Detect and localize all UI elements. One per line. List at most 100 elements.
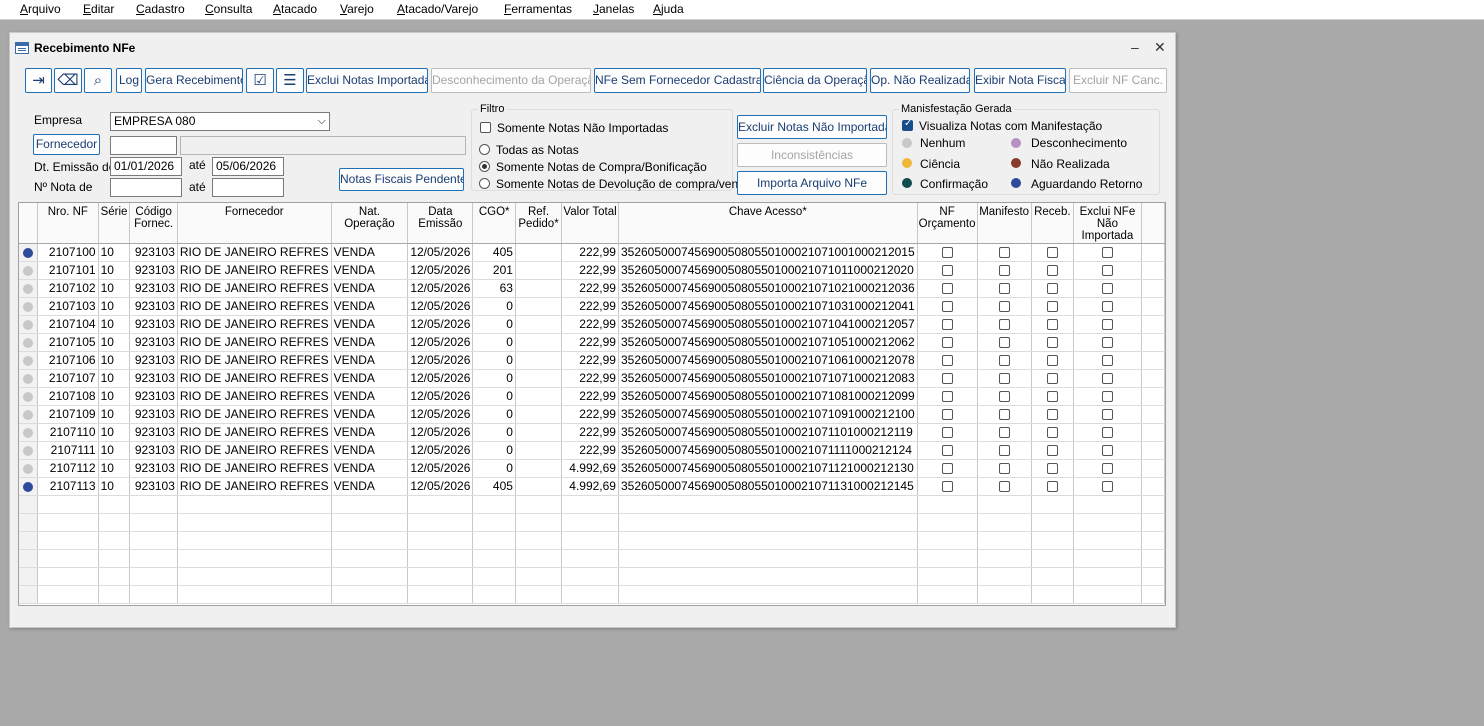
cell-serie[interactable]: 10 (98, 351, 131, 370)
receb-checkbox[interactable] (1046, 481, 1058, 493)
clear-button[interactable]: ⌫ (54, 68, 82, 93)
cell-ref-pedido[interactable] (515, 459, 563, 478)
cell-valor-total[interactable]: 222,99 (561, 405, 619, 424)
receb-checkbox[interactable] (1046, 445, 1058, 457)
cell-chave-acesso[interactable]: 3526050007456900508055010002107105100021… (618, 333, 918, 352)
nf-orcamento-checkbox[interactable] (941, 481, 953, 493)
table-row[interactable]: 2107101 10 923103 RIO DE JANEIRO REFRES VEND… (19, 261, 1165, 280)
exclui-nfe-checkbox[interactable] (1101, 283, 1113, 295)
cell-codigo-fornec[interactable]: 923103 (129, 477, 178, 496)
cell-serie[interactable]: 10 (98, 297, 131, 316)
inconsistencias-button[interactable]: Inconsistências (737, 143, 887, 167)
manifesto-checkbox[interactable] (998, 301, 1010, 313)
receb-checkbox[interactable] (1046, 391, 1058, 403)
manifesto-checkbox[interactable] (998, 337, 1010, 349)
cell-fornecedor[interactable]: RIO DE JANEIRO REFRES (177, 279, 332, 298)
col-header-exclui-nfe[interactable]: Exclui NFe Não Importada (1073, 203, 1142, 244)
nf-orcamento-checkbox[interactable] (941, 463, 953, 475)
cell-data-emissao[interactable]: 12/05/2026 (407, 279, 474, 298)
cell-valor-total[interactable]: 222,99 (561, 441, 619, 460)
compra-bonificacao-radio[interactable] (479, 161, 490, 172)
cell-valor-total[interactable]: 4.992,69 (561, 477, 619, 496)
cell-nro-nf[interactable]: 2107102 (37, 279, 99, 298)
menu-janelas[interactable]: Janelas (593, 2, 634, 16)
cell-nat-operacao[interactable]: VENDA (331, 261, 409, 280)
cell-ref-pedido[interactable] (515, 243, 563, 262)
manifesto-checkbox[interactable] (998, 373, 1010, 385)
manifesto-checkbox[interactable] (998, 445, 1010, 457)
exit-button[interactable]: ⇥ (25, 68, 52, 93)
nf-orcamento-checkbox[interactable] (941, 391, 953, 403)
cell-nro-nf[interactable]: 2107108 (37, 387, 99, 406)
cell-data-emissao[interactable]: 12/05/2026 (407, 477, 474, 496)
cell-valor-total[interactable]: 222,99 (561, 261, 619, 280)
col-header-receb[interactable]: Receb. (1031, 203, 1074, 244)
cell-fornecedor[interactable]: RIO DE JANEIRO REFRES (177, 243, 332, 262)
table-row[interactable]: 2107110 10 923103 RIO DE JANEIRO REFRES VEND… (19, 423, 1165, 442)
cell-fornecedor[interactable]: RIO DE JANEIRO REFRES (177, 369, 332, 388)
cell-nat-operacao[interactable]: VENDA (331, 387, 409, 406)
cell-serie[interactable]: 10 (98, 405, 131, 424)
receb-checkbox[interactable] (1046, 283, 1058, 295)
nf-orcamento-checkbox[interactable] (941, 409, 953, 421)
cell-chave-acesso[interactable]: 3526050007456900508055010002107109100021… (618, 405, 918, 424)
cell-cgo[interactable]: 0 (472, 423, 516, 442)
exclui-nfe-checkbox[interactable] (1101, 265, 1113, 277)
cell-fornecedor[interactable]: RIO DE JANEIRO REFRES (177, 405, 332, 424)
col-header-manifesto[interactable]: Manifesto (977, 203, 1032, 244)
nf-orcamento-checkbox[interactable] (941, 355, 953, 367)
cell-cgo[interactable]: 405 (472, 477, 516, 496)
cell-ref-pedido[interactable] (515, 333, 563, 352)
ciencia-operacao-button[interactable]: Ciência da Operação (763, 68, 867, 93)
cell-ref-pedido[interactable] (515, 297, 563, 316)
table-row[interactable]: 2107111 10 923103 RIO DE JANEIRO REFRES VEND… (19, 441, 1165, 460)
col-header-chave-acesso[interactable]: Chave Acesso* (618, 203, 918, 244)
cell-serie[interactable]: 10 (98, 387, 131, 406)
exclui-nfe-checkbox[interactable] (1101, 301, 1113, 313)
cell-cgo[interactable]: 0 (472, 297, 516, 316)
exibir-nota-fiscal-button[interactable]: Exibir Nota Fiscal (974, 68, 1066, 93)
cell-ref-pedido[interactable] (515, 351, 563, 370)
cell-nat-operacao[interactable]: VENDA (331, 315, 409, 334)
somente-nao-importadas-checkbox[interactable] (480, 122, 491, 133)
nf-orcamento-checkbox[interactable] (941, 427, 953, 439)
cell-valor-total[interactable]: 222,99 (561, 387, 619, 406)
nf-orcamento-checkbox[interactable] (941, 319, 953, 331)
cell-serie[interactable]: 10 (98, 243, 131, 262)
cell-valor-total[interactable]: 222,99 (561, 423, 619, 442)
cell-serie[interactable]: 10 (98, 261, 131, 280)
col-header-ref-pedido[interactable]: Ref. Pedido* (515, 203, 563, 244)
excluir-nf-cancelada-button[interactable]: Excluir NF Canc. Se (1069, 68, 1167, 93)
cell-cgo[interactable]: 0 (472, 459, 516, 478)
manifesto-checkbox[interactable] (998, 355, 1010, 367)
cell-valor-total[interactable]: 222,99 (561, 279, 619, 298)
cell-cgo[interactable]: 63 (472, 279, 516, 298)
cell-serie[interactable]: 10 (98, 477, 131, 496)
cell-fornecedor[interactable]: RIO DE JANEIRO REFRES (177, 387, 332, 406)
importa-arquivo-nfe-button[interactable]: Importa Arquivo NFe (737, 171, 887, 195)
cell-nat-operacao[interactable]: VENDA (331, 351, 409, 370)
col-header-valor-total[interactable]: Valor Total (561, 203, 619, 244)
table-row[interactable]: 2107102 10 923103 RIO DE JANEIRO REFRES VEND… (19, 279, 1165, 298)
close-button[interactable]: ✕ (1154, 39, 1166, 56)
log-button[interactable]: Log (116, 68, 142, 93)
cell-codigo-fornec[interactable]: 923103 (129, 405, 178, 424)
menu-arquivo[interactable]: Arquivo (20, 2, 61, 16)
cell-chave-acesso[interactable]: 3526050007456900508055010002107100100021… (618, 243, 918, 262)
cell-serie[interactable]: 10 (98, 441, 131, 460)
select-all-button[interactable]: ☑ (246, 68, 274, 93)
col-header-serie[interactable]: Série (98, 203, 131, 244)
receb-checkbox[interactable] (1046, 247, 1058, 259)
cell-chave-acesso[interactable]: 3526050007456900508055010002107104100021… (618, 315, 918, 334)
cell-chave-acesso[interactable]: 3526050007456900508055010002107101100021… (618, 261, 918, 280)
cell-codigo-fornec[interactable]: 923103 (129, 315, 178, 334)
manifesto-checkbox[interactable] (998, 283, 1010, 295)
receb-checkbox[interactable] (1046, 409, 1058, 421)
exclui-nfe-checkbox[interactable] (1101, 445, 1113, 457)
cell-data-emissao[interactable]: 12/05/2026 (407, 351, 474, 370)
col-header-codigo-fornec[interactable]: Código Fornec. (129, 203, 178, 244)
cell-ref-pedido[interactable] (515, 369, 563, 388)
cell-codigo-fornec[interactable]: 923103 (129, 279, 178, 298)
cell-codigo-fornec[interactable]: 923103 (129, 387, 178, 406)
manifesto-checkbox[interactable] (998, 265, 1010, 277)
